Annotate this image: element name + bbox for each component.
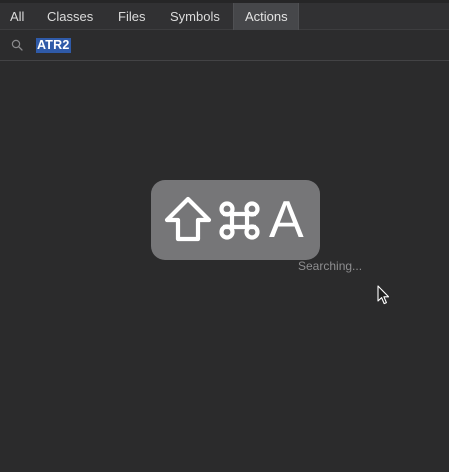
tab-actions[interactable]: Actions (233, 3, 299, 30)
search-everywhere-tabs: All Classes Files Symbols Actions (0, 0, 449, 30)
shift-key-icon (164, 196, 212, 242)
tab-all[interactable]: All (10, 3, 24, 30)
shortcut-letter-key: A (269, 191, 304, 249)
keyboard-shortcut-overlay: A (151, 180, 320, 260)
mouse-pointer-icon (377, 285, 389, 305)
tab-symbols[interactable]: Symbols (170, 3, 220, 30)
command-key-icon (219, 201, 260, 240)
tab-classes[interactable]: Classes (47, 3, 93, 30)
searching-status: Searching... (298, 259, 363, 273)
search-icon (11, 39, 23, 51)
search-row: ATR2 (0, 30, 449, 61)
search-input[interactable]: ATR2 (36, 38, 71, 53)
tab-files[interactable]: Files (118, 3, 145, 30)
